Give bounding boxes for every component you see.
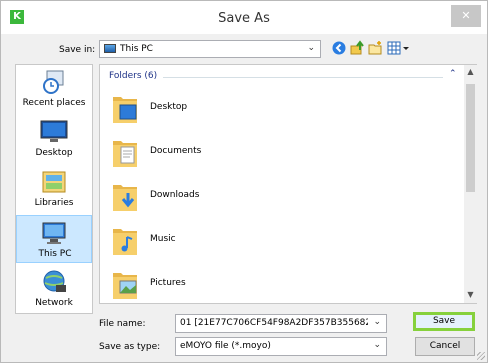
chevron-down-icon: ⌄ — [373, 340, 381, 350]
place-label: This PC — [38, 249, 72, 259]
place-recent-places[interactable]: Recent places — [16, 65, 92, 113]
title-bar[interactable]: K Save As ✕ — [1, 1, 487, 34]
list-item[interactable]: Downloads — [104, 175, 444, 219]
item-name: Downloads — [150, 190, 200, 200]
file-name-value: 01 [21E77C706CF54F98A2DF357B355682C0] — [180, 318, 368, 328]
scroll-up-icon[interactable]: ▲ — [464, 67, 477, 76]
place-desktop[interactable]: Desktop — [16, 115, 92, 163]
save-in-value: This PC — [120, 44, 153, 54]
window-title: Save As — [218, 11, 270, 26]
vertical-scrollbar[interactable]: ▲ ▼ — [464, 65, 477, 303]
pictures-folder-icon — [113, 273, 137, 299]
group-divider — [163, 77, 443, 78]
chevron-down-icon[interactable]: ⌄ — [373, 317, 381, 327]
desktop-icon — [40, 120, 68, 142]
up-folder-icon[interactable] — [349, 40, 365, 56]
new-folder-icon[interactable] — [367, 40, 383, 56]
item-name: Desktop — [150, 102, 188, 112]
place-libraries[interactable]: Libraries — [16, 165, 92, 213]
place-label: Network — [35, 298, 73, 308]
back-icon[interactable] — [331, 40, 347, 56]
place-label: Libraries — [34, 198, 74, 208]
list-item[interactable]: Documents — [104, 131, 444, 175]
network-icon — [43, 270, 66, 292]
list-item[interactable]: Desktop — [104, 87, 444, 131]
recent-places-icon — [43, 70, 64, 94]
view-menu-icon[interactable] — [387, 40, 413, 56]
scroll-down-icon[interactable]: ▼ — [464, 290, 477, 299]
documents-folder-icon — [113, 141, 137, 167]
close-button[interactable]: ✕ — [451, 5, 481, 27]
list-item[interactable]: Music — [104, 219, 444, 263]
folders-group-header[interactable]: Folders (6) — [109, 71, 157, 81]
list-item[interactable]: Pictures — [104, 263, 444, 307]
save-as-dialog: K Save As ✕ Save in: This PC ⌄ Recent pl… — [0, 0, 488, 363]
place-label: Recent places — [22, 98, 86, 108]
save-in-label: Save in: — [59, 45, 96, 55]
item-name: Pictures — [150, 278, 186, 288]
save-as-type-dropdown[interactable]: eMOYO file (*.moyo) ⌄ — [175, 337, 387, 356]
file-name-label: File name: — [99, 319, 146, 329]
scrollbar-thumb[interactable] — [466, 84, 475, 192]
item-name: Music — [150, 234, 176, 244]
save-in-dropdown[interactable]: This PC ⌄ — [99, 40, 321, 58]
desktop-folder-icon — [113, 97, 137, 123]
cancel-button[interactable]: Cancel — [415, 337, 475, 356]
places-bar: Recent places Desktop Libraries This PC … — [15, 64, 93, 314]
place-network[interactable]: Network — [16, 265, 92, 313]
music-folder-icon — [113, 229, 137, 255]
file-name-field[interactable]: 01 [21E77C706CF54F98A2DF357B355682C0] ⌄ — [175, 314, 387, 333]
this-pc-icon — [42, 222, 66, 244]
place-label: Desktop — [35, 148, 73, 158]
downloads-folder-icon — [113, 185, 137, 211]
file-list[interactable]: Folders (6) ⌃ Desktop Documents Download… — [99, 64, 477, 304]
save-button[interactable]: Save — [413, 312, 475, 331]
save-as-type-label: Save as type: — [99, 342, 161, 352]
item-name: Documents — [150, 146, 202, 156]
chevron-down-icon: ⌄ — [307, 43, 315, 53]
save-as-type-value: eMOYO file (*.moyo) — [180, 341, 271, 351]
place-this-pc[interactable]: This PC — [16, 215, 92, 263]
libraries-icon — [42, 171, 66, 193]
collapse-group-icon[interactable]: ⌃ — [449, 69, 457, 79]
this-pc-small-icon — [104, 44, 116, 53]
resize-grip-icon[interactable] — [477, 352, 485, 360]
